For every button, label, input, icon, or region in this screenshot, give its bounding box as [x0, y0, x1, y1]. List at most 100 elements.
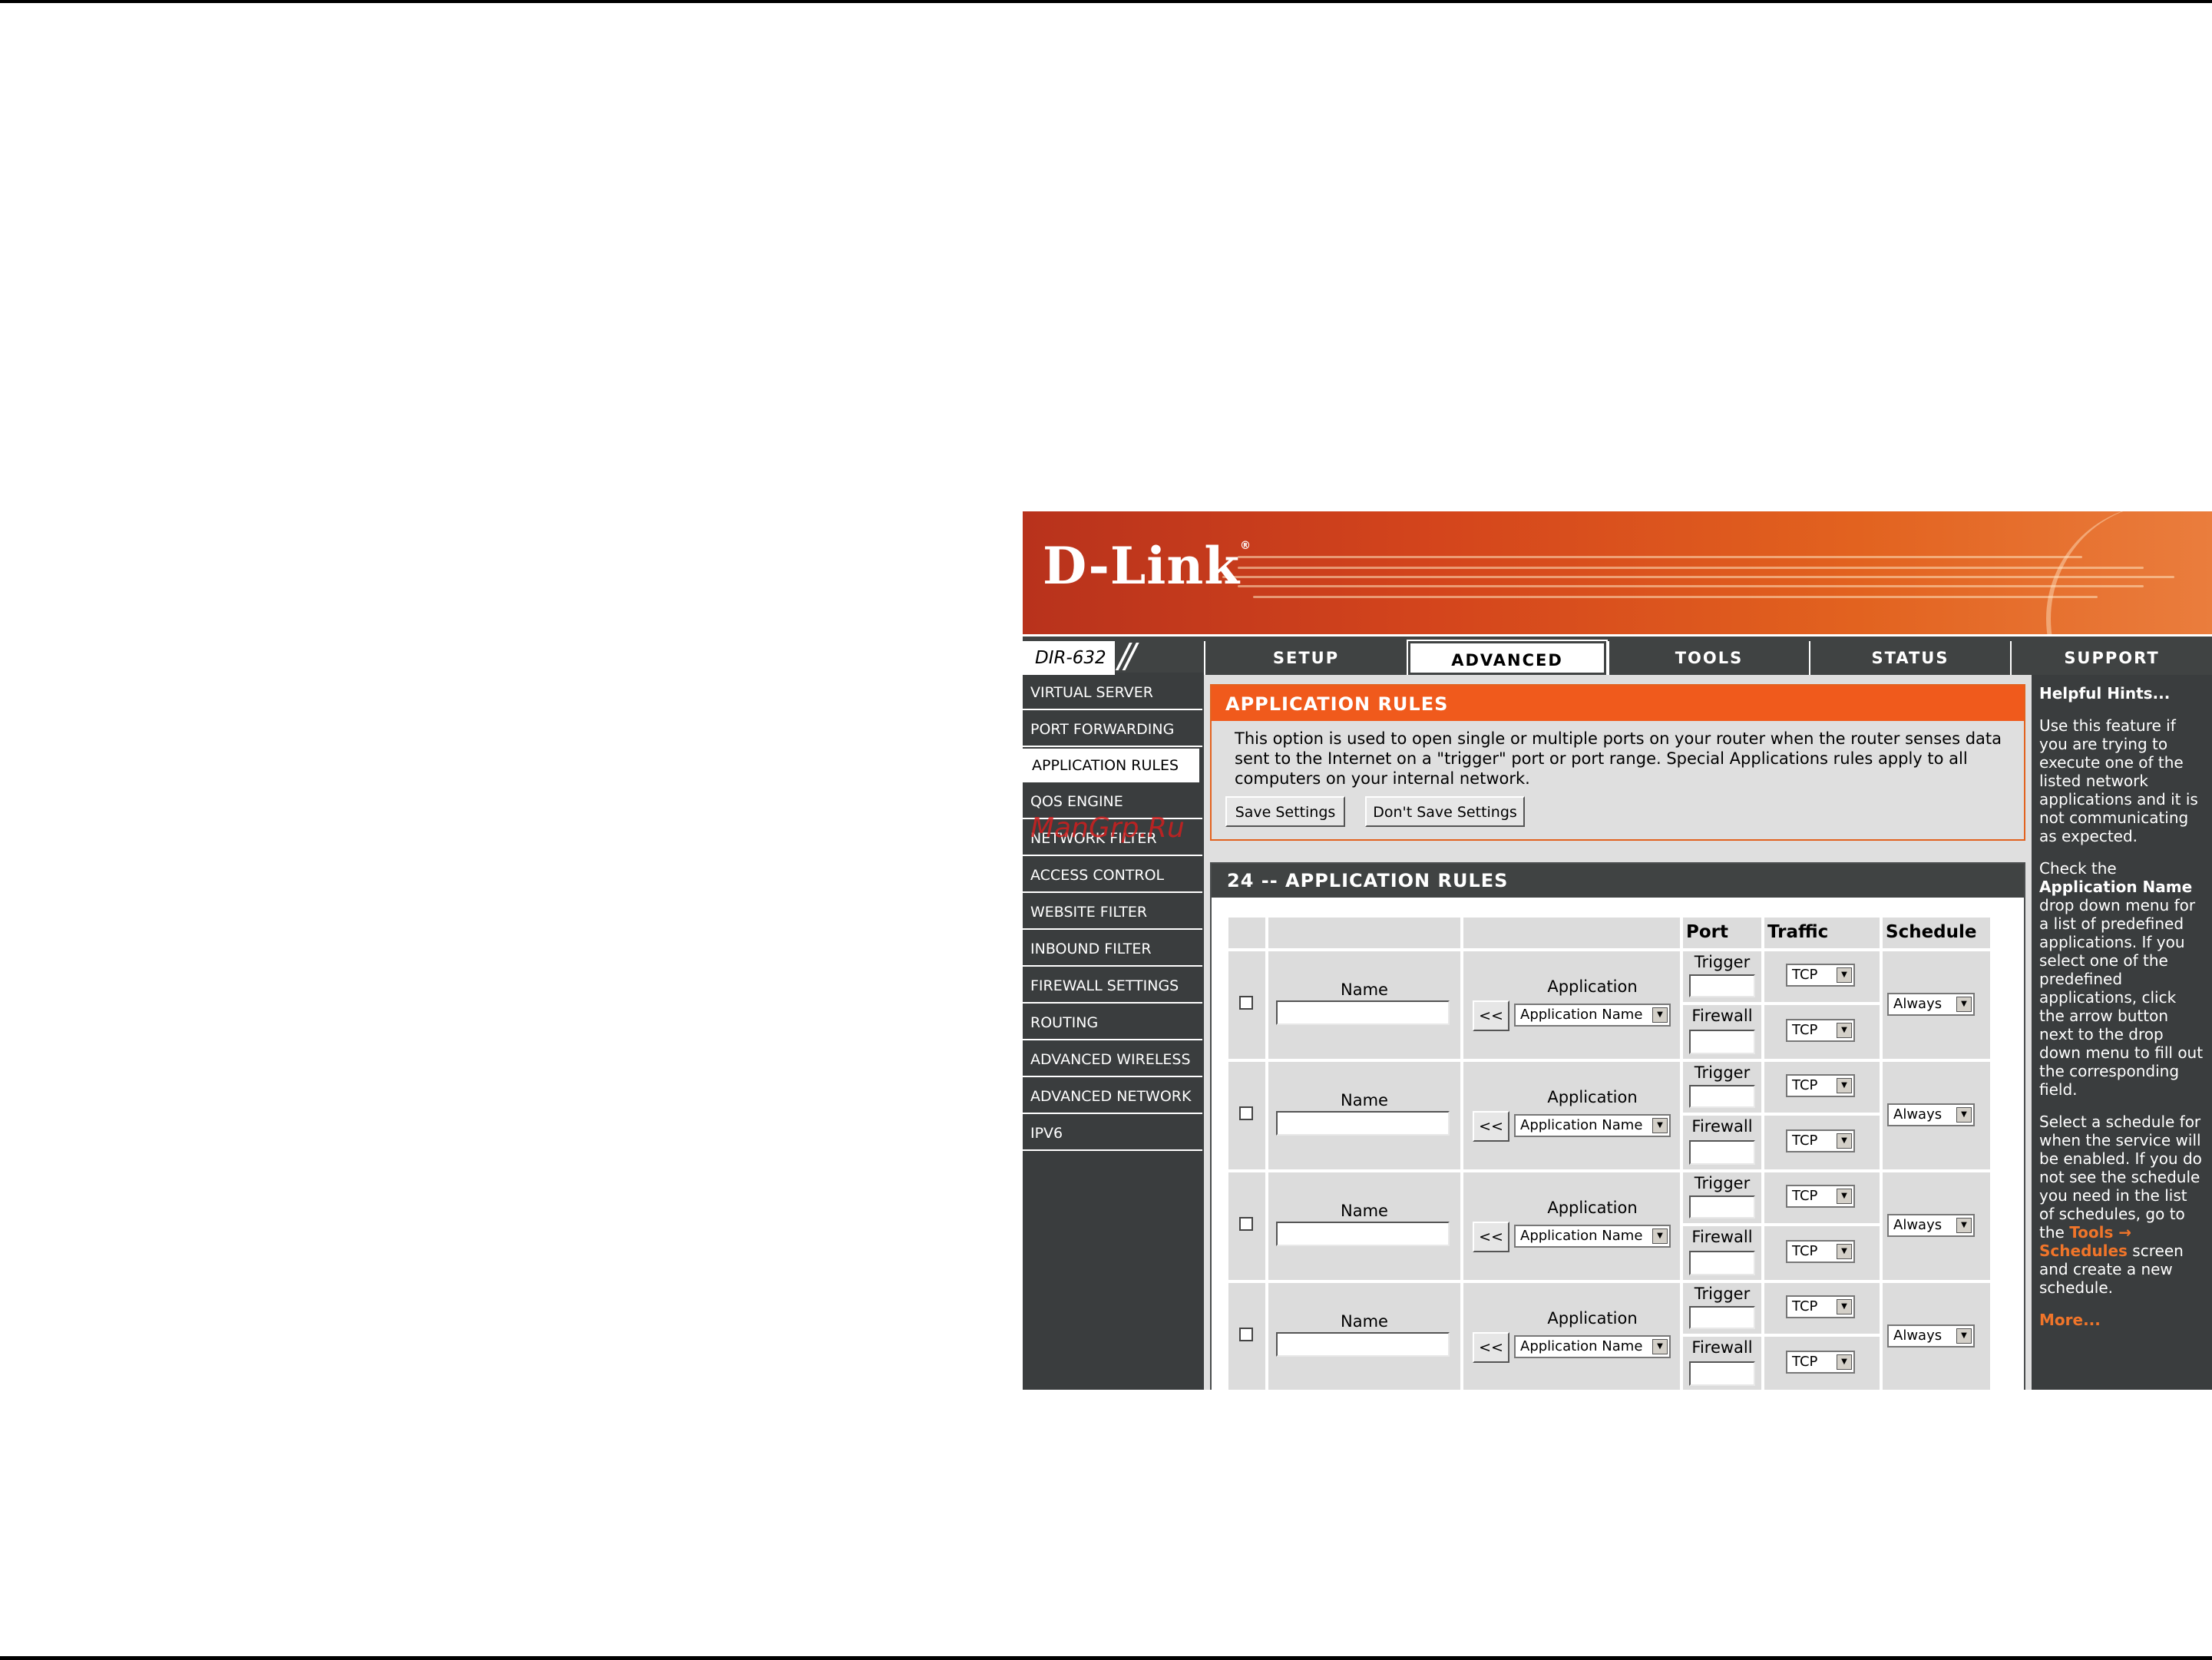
chevron-down-icon: ▼: [1837, 1299, 1852, 1314]
chevron-down-icon: ▼: [1652, 1228, 1668, 1244]
name-label: Name: [1341, 1202, 1388, 1220]
row-select-cell: [1228, 1062, 1265, 1169]
fill-application-button[interactable]: <<: [1473, 1111, 1509, 1142]
hints-paragraph-1: Use this feature if you are trying to ex…: [2039, 716, 2198, 845]
sidebar-item-firewall-settings[interactable]: FIREWALL SETTINGS: [1023, 968, 1202, 1004]
row-enable-checkbox[interactable]: [1239, 996, 1253, 1010]
trigger-traffic-select[interactable]: TCP ▼: [1786, 1185, 1855, 1208]
firewall-label: Firewall: [1691, 1117, 1753, 1136]
firewall-cell: Firewall: [1683, 1337, 1761, 1390]
name-input[interactable]: [1276, 1332, 1450, 1357]
application-rules-info: APPLICATION RULES This option is used to…: [1210, 684, 2025, 841]
sidebar-item-website-filter[interactable]: WEBSITE FILTER: [1023, 894, 1202, 930]
sidebar-item-advanced-network[interactable]: ADVANCED NETWORK: [1023, 1079, 1202, 1114]
sidebar-item-inbound-filter[interactable]: INBOUND FILTER: [1023, 931, 1202, 967]
sidebar-item-port-forwarding[interactable]: PORT FORWARDING: [1023, 712, 1202, 747]
application-label: Application: [1547, 977, 1638, 996]
trigger-port-input[interactable]: [1689, 974, 1755, 997]
chevron-down-icon: ▼: [1837, 1189, 1852, 1204]
router-admin-screenshot: D-Link® DIR-632 // SETUP ADVANCED TOOLS …: [1023, 511, 2212, 1390]
application-label: Application: [1547, 1309, 1638, 1328]
chevron-down-icon: ▼: [1956, 1328, 1972, 1344]
firewall-port-input[interactable]: [1689, 1140, 1755, 1165]
firewall-traffic-cell: TCP ▼: [1764, 1116, 1880, 1169]
trigger-label: Trigger: [1694, 1174, 1751, 1192]
trigger-traffic-select[interactable]: TCP ▼: [1786, 964, 1855, 987]
model-badge: DIR-632: [1023, 641, 1115, 675]
info-title: APPLICATION RULES: [1212, 686, 2024, 721]
firewall-port-input[interactable]: [1689, 1251, 1755, 1275]
trigger-cell: Trigger: [1683, 951, 1761, 1002]
sidebar-item-access-control[interactable]: ACCESS CONTROL: [1023, 858, 1202, 893]
firewall-traffic-select[interactable]: TCP ▼: [1786, 1019, 1855, 1042]
application-name-select[interactable]: Application Name ▼: [1514, 1335, 1671, 1358]
application-cell: Application << Application Name ▼: [1463, 1172, 1680, 1280]
name-cell: Name: [1268, 1172, 1460, 1280]
name-label: Name: [1341, 980, 1388, 999]
tab-setup[interactable]: SETUP: [1204, 641, 1407, 675]
trigger-traffic-select[interactable]: TCP ▼: [1786, 1074, 1855, 1097]
chevron-down-icon: ▼: [1652, 1007, 1668, 1023]
top-rule: [0, 0, 2212, 3]
name-input[interactable]: [1276, 1000, 1450, 1025]
sidebar-item-routing[interactable]: ROUTING: [1023, 1005, 1202, 1040]
application-cell: Application << Application Name ▼: [1463, 1283, 1680, 1390]
save-settings-button[interactable]: Save Settings: [1225, 796, 1345, 827]
schedule-header: Schedule: [1883, 918, 1990, 948]
firewall-traffic-select[interactable]: TCP ▼: [1786, 1240, 1855, 1263]
trigger-port-input[interactable]: [1689, 1085, 1755, 1108]
schedule-select[interactable]: Always ▼: [1887, 1103, 1975, 1126]
tab-tools[interactable]: TOOLS: [1608, 641, 1809, 675]
firewall-label: Firewall: [1691, 1228, 1753, 1246]
fill-application-button[interactable]: <<: [1473, 1000, 1509, 1031]
chevron-down-icon: ▼: [1652, 1339, 1668, 1354]
schedule-select[interactable]: Always ▼: [1887, 1214, 1975, 1237]
tab-advanced[interactable]: ADVANCED: [1407, 640, 1608, 676]
application-label: Application: [1547, 1088, 1638, 1106]
sidebar-item-application-rules[interactable]: APPLICATION RULES: [1023, 749, 1199, 782]
schedule-select[interactable]: Always ▼: [1887, 993, 1975, 1016]
trigger-traffic-select[interactable]: TCP ▼: [1786, 1295, 1855, 1318]
tab-support[interactable]: SUPPORT: [2010, 641, 2212, 675]
firewall-traffic-select[interactable]: TCP ▼: [1786, 1351, 1855, 1374]
chevron-down-icon: ▼: [1956, 1218, 1972, 1233]
bottom-rule: [0, 1656, 2212, 1660]
tab-status[interactable]: STATUS: [1809, 641, 2010, 675]
more-link[interactable]: More...: [2039, 1311, 2206, 1329]
trigger-traffic-cell: TCP ▼: [1764, 1062, 1880, 1113]
sidebar-item-advanced-wireless[interactable]: ADVANCED WIRELESS: [1023, 1042, 1202, 1077]
firewall-traffic-cell: TCP ▼: [1764, 1226, 1880, 1280]
fill-application-button[interactable]: <<: [1473, 1332, 1509, 1363]
dlink-logo: D-Link®: [1043, 536, 1252, 596]
name-cell: Name: [1268, 1062, 1460, 1169]
row-enable-checkbox[interactable]: [1239, 1106, 1253, 1120]
dont-save-settings-button[interactable]: Don't Save Settings: [1365, 796, 1525, 827]
trigger-port-input[interactable]: [1689, 1195, 1755, 1219]
firewall-port-input[interactable]: [1689, 1030, 1755, 1054]
trigger-label: Trigger: [1694, 1063, 1751, 1082]
application-name-select[interactable]: Application Name ▼: [1514, 1225, 1671, 1248]
application-name-select[interactable]: Application Name ▼: [1514, 1114, 1671, 1137]
trigger-traffic-cell: TCP ▼: [1764, 951, 1880, 1002]
application-name-select[interactable]: Application Name ▼: [1514, 1004, 1671, 1027]
sidebar-item-virtual-server[interactable]: VIRTUAL SERVER: [1023, 675, 1202, 710]
model-slashes: //: [1118, 637, 1136, 676]
name-label: Name: [1341, 1091, 1388, 1109]
firewall-port-input[interactable]: [1689, 1361, 1755, 1386]
name-input[interactable]: [1276, 1111, 1450, 1136]
schedule-cell: Always ▼: [1883, 1172, 1990, 1280]
sidebar-menu: VIRTUAL SERVER PORT FORWARDING APPLICATI…: [1023, 675, 1202, 1152]
sidebar-item-ipv6[interactable]: IPV6: [1023, 1116, 1202, 1151]
schedule-select[interactable]: Always ▼: [1887, 1324, 1975, 1348]
chevron-down-icon: ▼: [1837, 967, 1852, 983]
top-navigation: DIR-632 // SETUP ADVANCED TOOLS STATUS S…: [1023, 634, 2212, 676]
fill-application-button[interactable]: <<: [1473, 1222, 1509, 1252]
trigger-port-input[interactable]: [1689, 1306, 1755, 1329]
name-input[interactable]: [1276, 1222, 1450, 1246]
chevron-down-icon: ▼: [1837, 1354, 1852, 1370]
row-enable-checkbox[interactable]: [1239, 1217, 1253, 1231]
row-enable-checkbox[interactable]: [1239, 1328, 1253, 1341]
main-content: APPLICATION RULES This option is used to…: [1204, 675, 2032, 1390]
watermark: ManGrp.Ru: [1030, 812, 1185, 844]
firewall-traffic-select[interactable]: TCP ▼: [1786, 1129, 1855, 1152]
